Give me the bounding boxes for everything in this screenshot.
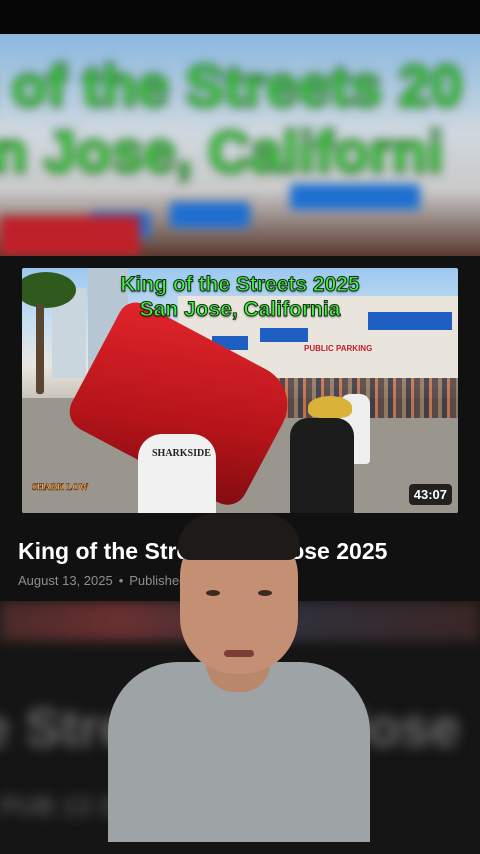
channel-logo: SHARK LOW [32,482,89,493]
shirt-logo: SHARKSIDE [152,448,211,459]
publish-date: August 13, 2025 [18,573,113,588]
parking-sign: PUBLIC PARKING [304,344,373,353]
person-white-shirt: SHARKSIDE [138,434,216,513]
video-thumbnail[interactable]: PUBLIC PARKING SHARKSIDE King of the Str… [22,268,458,513]
backdrop-title-line-1: g of the Streets 20 [0,53,464,120]
straw-hat [308,396,352,418]
presenter-hair [178,514,300,560]
thumbnail-overlay-line-1: King of the Streets 2025 [120,273,360,297]
person-black-shirt [290,418,354,513]
thumbnail-overlay-line-2: San Jose, California [139,298,341,322]
blurred-backdrop-thumbnail: g of the Streets 20 an Jose, Californi [0,34,480,256]
top-bar [0,0,480,34]
backdrop-title-line-2: an Jose, Californi [0,119,444,186]
presenter-overlay [108,512,370,842]
duration-badge: 43:07 [408,484,452,505]
thumbnail-overlay-title: King of the Streets 2025 San Jose, Calif… [22,272,458,322]
